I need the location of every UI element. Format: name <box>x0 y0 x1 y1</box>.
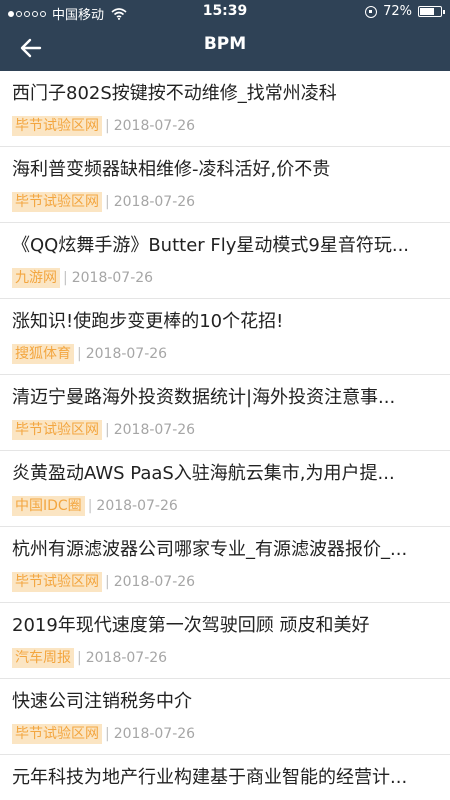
source-tag: 毕节试验区网 <box>12 116 102 136</box>
meta-divider: | <box>87 498 93 514</box>
article-title[interactable]: 2019年现代速度第一次驾驶回顾 顽皮和美好 <box>12 614 438 638</box>
header: 中国移动 15:39 72% BPM <box>0 0 450 71</box>
article-title[interactable]: 涨知识!使跑步变更棒的10个花招! <box>12 310 438 334</box>
list-item[interactable]: 西门子802S按键按不动维修_找常州凌科毕节试验区网 | 2018-07-26 <box>0 71 450 147</box>
list-item[interactable]: 清迈宁曼路海外投资数据统计|海外投资注意事... 毕节试验区网 | 2018-07-2… <box>0 375 450 451</box>
source-tag: 毕节试验区网 <box>12 572 102 592</box>
article-meta: 毕节试验区网 | 2018-07-26 <box>12 192 195 212</box>
app-screen: 中国移动 15:39 72% BPM 西门子802S按键按不动维修_找常州凌科 … <box>0 0 450 800</box>
battery-fill <box>420 8 434 15</box>
article-title[interactable]: 清迈宁曼路海外投资数据统计|海外投资注意事... <box>12 386 438 410</box>
article-title[interactable]: 元年科技为地产行业构建基于商业智能的经营计... <box>12 766 438 790</box>
article-title[interactable]: 海利普变频器缺相维修-凌科活好,价不贵 <box>12 158 438 182</box>
status-bar: 中国移动 15:39 72% <box>0 0 450 24</box>
battery-icon <box>418 6 445 17</box>
meta-divider: | <box>77 346 82 362</box>
battery-percent: 72% <box>383 4 412 19</box>
list-item[interactable]: 快速公司注销税务中介毕节试验区网 | 2018-07-26 <box>0 679 450 755</box>
list-item[interactable]: 杭州有源滤波器公司哪家专业_有源滤波器报价_... 毕节试验区网 | 2018-07-… <box>0 527 450 603</box>
meta-divider: | <box>63 270 68 286</box>
article-meta: 九游网 | 2018-07-26 <box>12 268 153 288</box>
meta-divider: | <box>105 574 110 590</box>
article-meta: 毕节试验区网 | 2018-07-26 <box>12 116 195 136</box>
article-meta: 毕节试验区网 | 2018-07-26 <box>12 420 195 440</box>
meta-divider: | <box>77 650 82 666</box>
article-date: 2018-07-26 <box>85 650 168 666</box>
meta-divider: | <box>105 726 110 742</box>
article-title[interactable]: 西门子802S按键按不动维修_找常州凌科 <box>12 82 438 106</box>
article-meta: 毕节试验区网 | 2018-07-26 <box>12 572 195 592</box>
article-meta: 毕节试验区网 | 2018-07-26 <box>12 724 195 744</box>
article-meta: 汽车周报 | 2018-07-26 <box>12 648 167 668</box>
article-list: 西门子802S按键按不动维修_找常州凌科 毕节试验区网 | 2018-07-26 海利普… <box>0 71 450 800</box>
source-tag: 汽车周报 <box>12 648 74 668</box>
article-meta: 搜狐体育 | 2018-07-26 <box>12 344 167 364</box>
source-tag: 九游网 <box>12 268 60 288</box>
status-right: 72% <box>365 4 445 19</box>
list-item[interactable]: 2019年现代速度第一次驾驶回顾 顽皮和美好汽车周报 | 2018-07-26 <box>0 603 450 679</box>
list-item[interactable]: 海利普变频器缺相维修-凌科活好,价不贵毕节试验区网 | 2018-07-26 <box>0 147 450 223</box>
nav-bar: BPM <box>0 24 450 71</box>
article-date: 2018-07-26 <box>113 194 196 210</box>
meta-divider: | <box>105 422 110 438</box>
source-tag: 搜狐体育 <box>12 344 74 364</box>
article-date: 2018-07-26 <box>113 422 196 438</box>
source-tag: 毕节试验区网 <box>12 724 102 744</box>
article-date: 2018-07-26 <box>113 574 196 590</box>
rotation-lock-icon <box>365 5 378 18</box>
article-date: 2018-07-26 <box>96 498 178 514</box>
article-date: 2018-07-26 <box>113 118 196 134</box>
source-tag: 毕节试验区网 <box>12 420 102 440</box>
list-item[interactable]: 炎黄盈动AWS PaaS入驻海航云集市,为用户提... 中国IDC圈 | 2018-0… <box>0 451 450 527</box>
meta-divider: | <box>105 194 110 210</box>
list-item[interactable]: 《QQ炫舞手游》Butter Fly星动模式9星音符玩... 九游网 | 2018-0… <box>0 223 450 299</box>
article-meta: 中国IDC圈 | 2018-07-26 <box>12 496 178 516</box>
meta-divider: | <box>105 118 110 134</box>
article-title[interactable]: 快速公司注销税务中介 <box>12 690 438 714</box>
page-title: BPM <box>203 34 247 54</box>
source-tag: 中国IDC圈 <box>12 496 85 516</box>
article-date: 2018-07-26 <box>85 346 168 362</box>
article-title[interactable]: 《QQ炫舞手游》Butter Fly星动模式9星音符玩... <box>12 234 438 258</box>
article-title[interactable]: 杭州有源滤波器公司哪家专业_有源滤波器报价_... <box>12 538 438 562</box>
article-title[interactable]: 炎黄盈动AWS PaaS入驻海航云集市,为用户提... <box>12 462 438 486</box>
source-tag: 毕节试验区网 <box>12 192 102 212</box>
list-item[interactable]: 元年科技为地产行业构建基于商业智能的经营计... <box>0 755 450 800</box>
article-date: 2018-07-26 <box>113 726 196 742</box>
article-date: 2018-07-26 <box>71 270 154 286</box>
list-item[interactable]: 涨知识!使跑步变更棒的10个花招! 搜狐体育 | 2018-07-26 <box>0 299 450 375</box>
